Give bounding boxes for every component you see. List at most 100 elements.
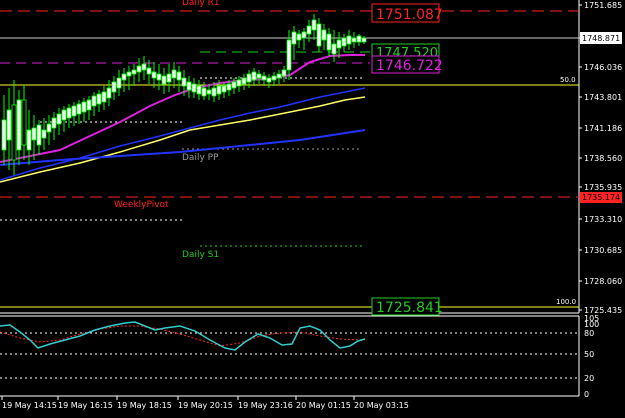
candle-body[interactable] (356, 35, 362, 43)
osc-main-cyan[interactable] (0, 321, 366, 351)
candle-body[interactable] (111, 81, 117, 93)
candle-body[interactable] (181, 77, 187, 87)
candle-body[interactable] (351, 37, 357, 43)
fib-50-label: 50.0 (560, 76, 576, 84)
candle-body[interactable] (206, 89, 212, 95)
candle-body[interactable] (306, 25, 312, 35)
candle-body[interactable] (336, 39, 342, 49)
candle-body[interactable] (21, 99, 27, 146)
candle-body[interactable] (151, 71, 157, 79)
candle-body[interactable] (321, 29, 327, 41)
main-y-tick-label: 1746.036 (584, 63, 622, 72)
price-box-magenta[interactable]: 1746.722 (371, 55, 443, 74)
candle-body[interactable] (276, 73, 282, 79)
candle-body[interactable] (106, 87, 112, 99)
candle-body[interactable] (1, 119, 7, 151)
candle-body[interactable] (256, 73, 262, 79)
osc-y-axis: 1051008050200 (584, 314, 599, 399)
candle-body[interactable] (186, 81, 192, 91)
candle-body[interactable] (11, 104, 17, 161)
candle-body[interactable] (191, 83, 197, 93)
candle-body[interactable] (116, 77, 122, 89)
main-y-tick-label: 1730.685 (584, 246, 622, 255)
candle-body[interactable] (266, 77, 272, 83)
candle-body[interactable] (246, 73, 252, 83)
x-tick-label: 19 May 23:16 (238, 401, 293, 410)
candle-body[interactable] (36, 124, 42, 146)
candle-body[interactable] (176, 71, 182, 81)
candle-body[interactable] (96, 93, 102, 105)
candle-body[interactable] (141, 63, 147, 71)
candle-body[interactable] (91, 95, 97, 107)
weekly-pivot-label: WeeklyPivot (114, 200, 169, 210)
candle-body[interactable] (196, 85, 202, 95)
candle-body[interactable] (341, 37, 347, 47)
candle-body[interactable] (71, 105, 77, 117)
osc-y-tick-label: 100 (584, 320, 599, 329)
candle-body[interactable] (216, 85, 222, 95)
ma-yellow[interactable] (0, 96, 366, 183)
candle-body[interactable] (76, 103, 82, 115)
candle-body[interactable] (101, 91, 107, 103)
candle-body[interactable] (201, 87, 207, 97)
candle-body[interactable] (66, 107, 72, 119)
trading-chart-window: Daily R1 Daily PP WeeklyPivot Daily S1 5… (0, 0, 625, 418)
oscillator-panel[interactable] (0, 321, 579, 379)
candle-body[interactable] (161, 75, 167, 85)
x-tick-label: 19 May 20:15 (178, 401, 233, 410)
daily-pp-label: Daily PP (182, 153, 219, 163)
candle-body[interactable] (41, 129, 47, 139)
candle-body[interactable] (281, 69, 287, 77)
candle-body[interactable] (251, 71, 257, 81)
candle-body[interactable] (221, 85, 227, 93)
candle-body[interactable] (61, 109, 67, 121)
candle-body[interactable] (231, 81, 237, 89)
candle-body[interactable] (271, 75, 277, 81)
candle-body[interactable] (131, 69, 137, 75)
candle-body[interactable] (286, 39, 292, 71)
candle-body[interactable] (236, 79, 242, 87)
candle-body[interactable] (156, 73, 162, 81)
candle-body[interactable] (81, 101, 87, 113)
candle-body[interactable] (31, 127, 37, 141)
candle-body[interactable] (211, 87, 217, 97)
candle-body[interactable] (241, 77, 247, 85)
ma-blue-fast[interactable] (0, 87, 366, 181)
candle-body[interactable] (121, 73, 127, 81)
candle-body[interactable] (126, 71, 132, 77)
candle-body[interactable] (26, 129, 32, 151)
candle-body[interactable] (346, 35, 352, 45)
price-box-magenta-text: 1746.722 (376, 58, 443, 74)
candle-body[interactable] (6, 109, 12, 141)
candle-body[interactable] (301, 31, 307, 39)
x-tick-label: 19 May 16:15 (58, 401, 113, 410)
main-y-tick-label: 1743.801 (584, 93, 622, 102)
candle-body[interactable] (331, 43, 337, 55)
price-box-r1[interactable]: 1751.087 (371, 3, 443, 23)
candle-body[interactable] (171, 69, 177, 79)
candle-body[interactable] (146, 67, 152, 75)
price-chart[interactable]: Daily R1 Daily PP WeeklyPivot Daily S1 5… (0, 0, 625, 418)
candle-body[interactable] (136, 65, 142, 73)
candle-body[interactable] (46, 123, 52, 133)
candle-body[interactable] (226, 83, 232, 91)
candle-body[interactable] (261, 75, 267, 81)
candle-body[interactable] (316, 23, 322, 47)
candle-body[interactable] (361, 37, 367, 43)
candle-body[interactable] (51, 117, 57, 129)
candle-body[interactable] (16, 99, 22, 151)
main-y-tick-label: 1733.310 (584, 215, 622, 224)
candle-body[interactable] (311, 19, 317, 31)
candle-body[interactable] (296, 33, 302, 41)
main-y-tick-label: 1741.186 (584, 124, 622, 133)
osc-y-tick-label: 50 (584, 350, 594, 359)
candle-body[interactable] (326, 33, 332, 51)
candle-body[interactable] (166, 73, 172, 83)
x-tick-label: 20 May 01:15 (296, 401, 351, 410)
price-box-green-low[interactable]: 1725.841 (371, 297, 443, 316)
x-axis: 19 May 14:15 19 May 16:15 19 May 18:15 19 M… (1, 396, 409, 410)
candle-body[interactable] (86, 99, 92, 111)
osc-y-tick-label: 20 (584, 374, 594, 383)
candle-body[interactable] (291, 31, 297, 45)
candle-body[interactable] (56, 113, 62, 125)
